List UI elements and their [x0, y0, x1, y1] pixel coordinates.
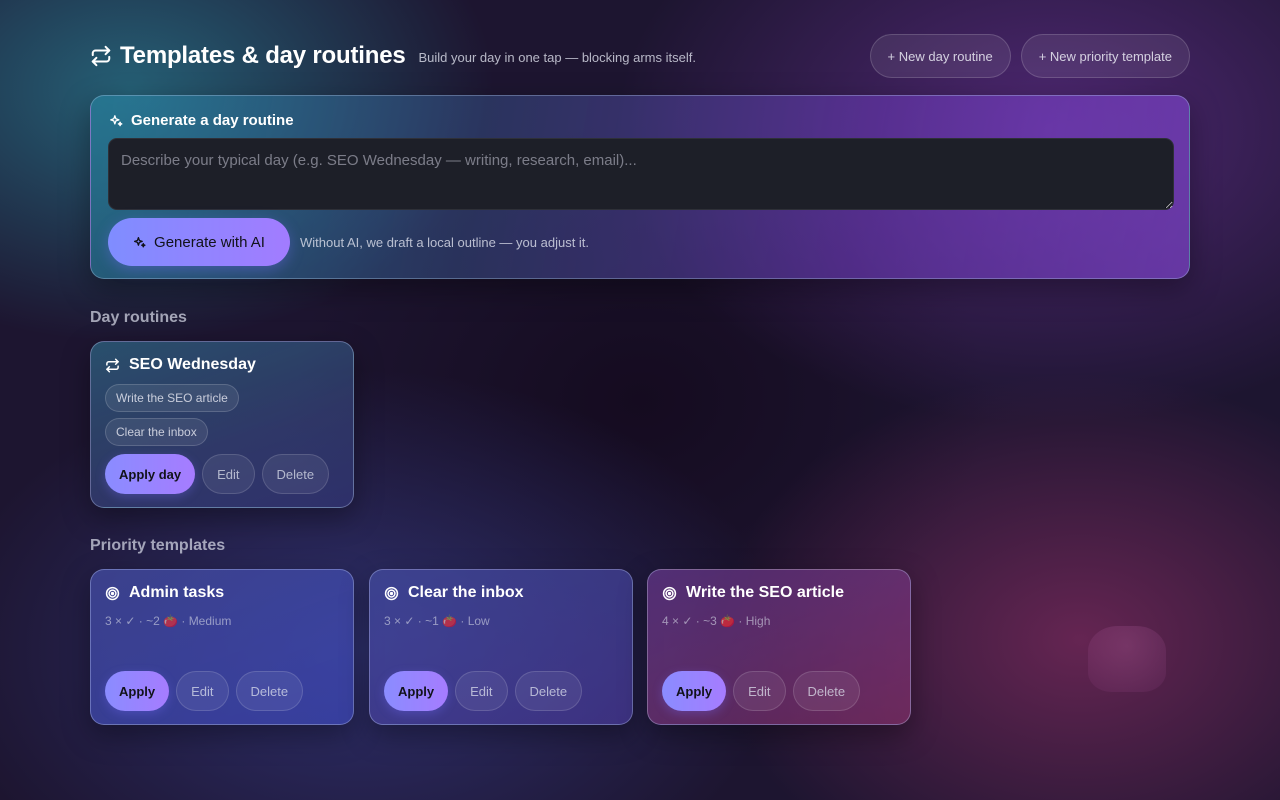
day-routine-card: SEO Wednesday Write the SEO article Clea… — [90, 341, 354, 508]
day-routine-actions: Apply day Edit Delete — [105, 454, 330, 494]
routine-priority-chip: Clear the inbox — [105, 418, 208, 446]
page-header: Templates & day routines Build your day … — [90, 34, 1190, 78]
template-title: Admin tasks — [105, 584, 224, 602]
generate-hint: Without AI, we draft a local outline — y… — [300, 235, 590, 250]
new-priority-template-button[interactable]: + New priority template — [1020, 34, 1190, 78]
template-actions: Apply Edit Delete — [662, 671, 861, 711]
priority-template-card: Admin tasks 3 × ✓ · ~2 🍅 · Medium Apply … — [90, 569, 354, 725]
apply-template-button[interactable]: Apply — [662, 671, 727, 711]
background-decoration — [1088, 626, 1166, 692]
delete-template-button[interactable]: Delete — [514, 671, 583, 711]
apply-template-button[interactable]: Apply — [384, 671, 449, 711]
generate-with-ai-button[interactable]: Generate with AI — [108, 218, 290, 266]
generate-routine-title: Generate a day routine — [131, 112, 294, 129]
repeat-icon — [90, 45, 112, 67]
template-actions: Apply Edit Delete — [384, 671, 583, 711]
delete-routine-button[interactable]: Delete — [261, 454, 330, 494]
template-name: Clear the inbox — [408, 584, 524, 601]
routine-priority-chip: Write the SEO article — [105, 384, 239, 412]
template-actions: Apply Edit Delete — [105, 671, 304, 711]
priority-template-card: Clear the inbox 3 × ✓ · ~1 🍅 · Low Apply… — [369, 569, 633, 725]
edit-template-button[interactable]: Edit — [176, 671, 229, 711]
target-icon — [384, 586, 399, 601]
template-meta: 3 × ✓ · ~1 🍅 · Low — [384, 614, 490, 628]
delete-template-button[interactable]: Delete — [792, 671, 861, 711]
edit-routine-button[interactable]: Edit — [202, 454, 255, 494]
day-routine-title: SEO Wednesday — [105, 356, 256, 374]
repeat-icon — [105, 358, 120, 373]
new-day-routine-button[interactable]: + New day routine — [869, 34, 1011, 78]
priority-template-card: Write the SEO article 4 × ✓ · ~3 🍅 · Hig… — [647, 569, 911, 725]
apply-day-button[interactable]: Apply day — [105, 454, 196, 494]
day-routines-heading: Day routines — [90, 309, 187, 326]
page-subtitle: Build your day in one tap — blocking arm… — [418, 50, 696, 65]
target-icon — [105, 586, 120, 601]
header-actions: + New day routine + New priority templat… — [869, 34, 1190, 78]
template-meta: 3 × ✓ · ~2 🍅 · Medium — [105, 614, 232, 628]
template-name: Admin tasks — [129, 584, 225, 601]
sparkles-icon — [133, 236, 146, 249]
edit-template-button[interactable]: Edit — [455, 671, 508, 711]
generate-routine-panel: Generate a day routine Generate with AI … — [90, 95, 1190, 279]
generate-routine-heading: Generate a day routine — [109, 112, 294, 129]
template-meta: 4 × ✓ · ~3 🍅 · High — [662, 614, 771, 628]
target-icon — [662, 586, 677, 601]
generate-with-ai-label: Generate with AI — [154, 233, 265, 251]
template-name: Write the SEO article — [686, 584, 844, 601]
page-title: Templates & day routines — [120, 42, 406, 69]
typical-day-input[interactable] — [108, 138, 1174, 210]
sparkles-icon — [109, 114, 123, 128]
template-title: Write the SEO article — [662, 584, 844, 602]
priority-templates-heading: Priority templates — [90, 537, 226, 554]
apply-template-button[interactable]: Apply — [105, 671, 170, 711]
edit-template-button[interactable]: Edit — [733, 671, 786, 711]
template-title: Clear the inbox — [384, 584, 524, 602]
day-routine-name: SEO Wednesday — [129, 356, 256, 373]
delete-template-button[interactable]: Delete — [235, 671, 304, 711]
